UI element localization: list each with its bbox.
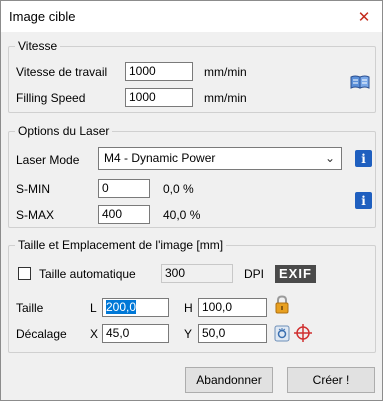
offset-label: Décalage — [16, 327, 67, 341]
window-title: Image cible — [9, 9, 76, 24]
width-value: 200,0 — [106, 300, 137, 314]
y-label: Y — [184, 327, 193, 341]
smin-input[interactable]: 0 — [98, 179, 150, 198]
smax-label: S-MAX — [16, 208, 55, 222]
work-speed-label: Vitesse de travail — [16, 65, 108, 79]
close-button[interactable]: ✕ — [352, 5, 376, 28]
filling-speed-input[interactable]: 1000 — [125, 88, 193, 107]
cancel-button[interactable]: Abandonner — [185, 367, 273, 393]
close-icon: ✕ — [357, 8, 371, 26]
x-label: X — [90, 327, 99, 341]
exif-button[interactable]: EXIF — [275, 265, 316, 283]
laser-mode-select[interactable]: M4 - Dynamic Power ⌄ — [98, 147, 342, 170]
info-icon[interactable]: i — [355, 150, 372, 167]
h-label: H — [184, 301, 193, 315]
filling-speed-unit: mm/min — [204, 91, 247, 105]
smax-percent: 40,0 % — [163, 208, 201, 222]
laser-mode-value: M4 - Dynamic Power — [104, 151, 216, 165]
size-label: Taille — [16, 301, 44, 315]
work-speed-input[interactable]: 1000 — [125, 62, 193, 81]
dpi-label: DPI — [244, 267, 265, 281]
auto-size-checkbox[interactable] — [18, 267, 31, 280]
filling-speed-label: Filling Speed — [16, 91, 86, 105]
image-group-legend: Taille et Emplacement de l'image [mm] — [15, 238, 227, 252]
smin-percent: 0,0 % — [163, 182, 194, 196]
l-label: L — [90, 301, 97, 315]
dpi-input[interactable]: 300 — [161, 264, 233, 283]
smin-label: S-MIN — [16, 182, 50, 196]
position-icon[interactable] — [274, 325, 290, 342]
x-offset-input[interactable]: 45,0 — [102, 324, 169, 343]
chevron-down-icon: ⌄ — [324, 151, 335, 165]
auto-size-label[interactable]: Taille automatique — [39, 267, 136, 281]
target-icon[interactable] — [294, 324, 312, 342]
smax-input[interactable]: 400 — [98, 205, 150, 224]
power-info-icon[interactable]: i — [355, 192, 372, 209]
y-offset-input[interactable]: 50,0 — [198, 324, 267, 343]
create-button[interactable]: Créer ! — [287, 367, 375, 393]
laser-group-legend: Options du Laser — [15, 124, 113, 138]
width-input[interactable]: 200,0 — [102, 298, 169, 317]
work-speed-unit: mm/min — [204, 65, 247, 79]
height-input[interactable]: 100,0 — [198, 298, 267, 317]
book-icon[interactable] — [350, 75, 370, 89]
dialog-window: Image cible ✕ Vitesse Vitesse de travail… — [0, 0, 383, 401]
title-bar: Image cible ✕ — [1, 1, 382, 32]
laser-mode-label: Laser Mode — [16, 153, 80, 167]
speed-group-legend: Vitesse — [15, 39, 61, 53]
lock-icon[interactable] — [274, 295, 290, 314]
